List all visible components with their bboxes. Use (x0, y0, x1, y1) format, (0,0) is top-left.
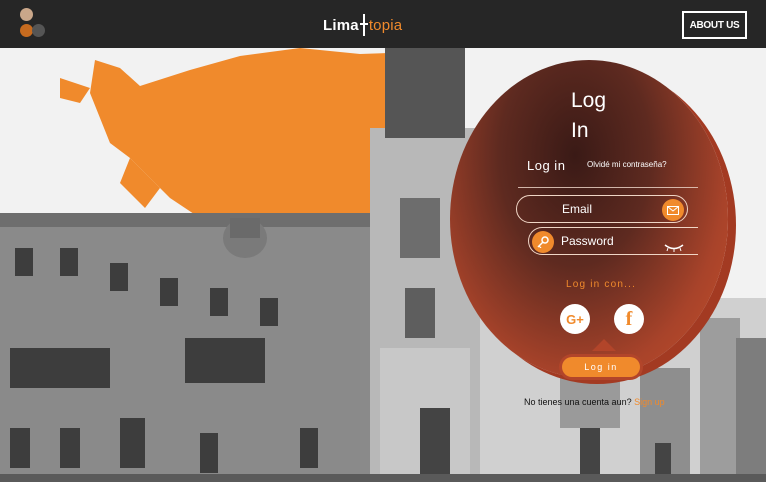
email-field[interactable]: Email (516, 195, 688, 223)
login-title-line2: In (571, 119, 589, 142)
top-bar: Lima topia ABOUT US (0, 0, 766, 48)
about-us-button[interactable]: ABOUT US (682, 11, 747, 39)
facebook-button[interactable]: f (614, 304, 644, 334)
login-title: Log In (571, 86, 606, 146)
logo-dots-icon[interactable] (18, 8, 48, 42)
forgot-password-link[interactable]: Olvidé mi contraseña? (587, 160, 667, 169)
eye-closed-icon[interactable] (663, 243, 685, 252)
brand-left: Lima (323, 16, 359, 34)
brand-logo[interactable]: Lima topia (323, 14, 402, 36)
google-plus-button[interactable]: G+ (560, 304, 590, 334)
login-title-line1: Log (571, 89, 607, 112)
login-with-label: Log in con... (566, 279, 637, 290)
google-plus-icon: G+ (566, 311, 584, 327)
no-account-text: No tienes una cuenta aun? (524, 397, 632, 407)
facebook-icon: f (625, 307, 633, 330)
password-placeholder: Password (561, 234, 614, 248)
brand-separator (359, 14, 368, 36)
login-submit-button[interactable]: Log in (562, 357, 640, 377)
divider (518, 187, 698, 188)
tab-login[interactable]: Log in (527, 158, 565, 173)
key-icon (532, 231, 554, 253)
envelope-icon (662, 199, 684, 221)
signup-row: No tienes una cuenta aun? Sign up (524, 397, 665, 407)
signup-link[interactable]: Sign up (634, 397, 665, 407)
panel-notch (592, 339, 616, 351)
email-placeholder: Email (562, 202, 593, 216)
brand-right: topia (368, 16, 403, 34)
